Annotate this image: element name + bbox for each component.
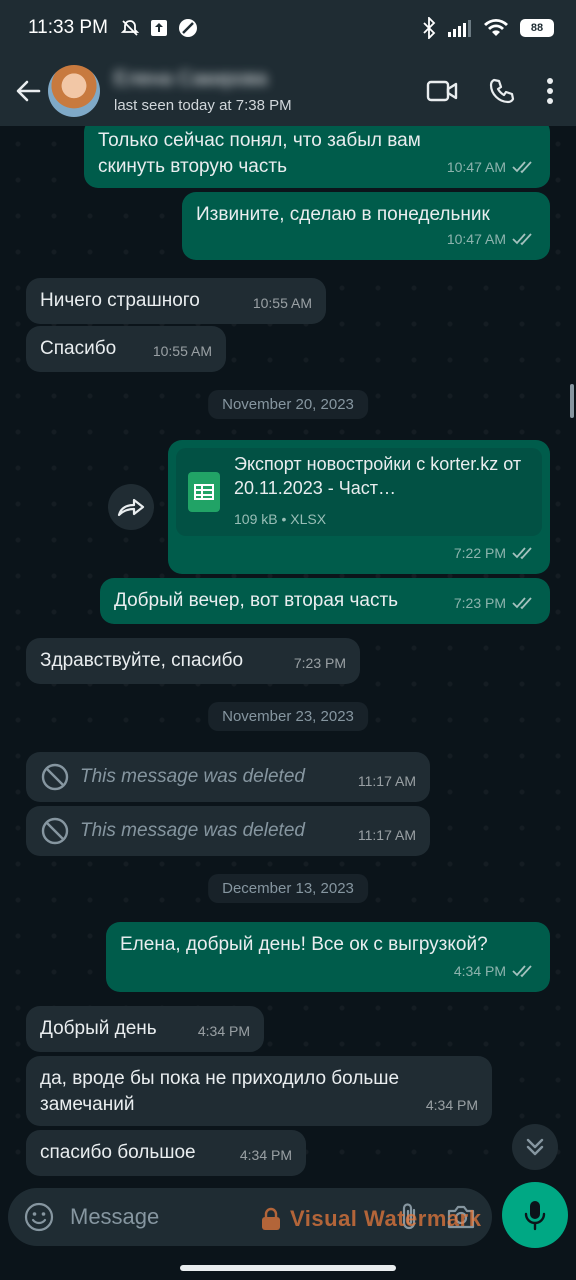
- message-time: 4:34 PM: [425, 1097, 478, 1113]
- deleted-icon: [41, 817, 69, 845]
- spreadsheet-icon: [188, 472, 220, 512]
- scrollbar-thumb[interactable]: [570, 384, 574, 418]
- date-separator: December 13, 2023: [208, 874, 368, 903]
- message-text: Спасибо: [40, 338, 117, 359]
- wifi-icon: [484, 19, 508, 36]
- status-time: 11:33 PM: [28, 17, 108, 38]
- phone-icon[interactable]: [488, 77, 516, 105]
- contact-info[interactable]: Елена Сакирова last seen today at 7:38 P…: [114, 68, 292, 114]
- message-incoming[interactable]: Здравствуйте, спасибо 7:23 PM: [26, 638, 360, 684]
- no-disturb-icon: [178, 19, 197, 37]
- message-text: Извините, сделаю в понедельник: [196, 204, 490, 225]
- message-incoming[interactable]: спасибо большое 4:34 PM: [26, 1130, 306, 1176]
- message-incoming[interactable]: Ничего страшного 10:55 AM: [26, 278, 326, 324]
- message-time: 4:34 PM: [197, 1023, 250, 1039]
- avatar[interactable]: [48, 65, 100, 117]
- message-incoming-deleted[interactable]: This message was deleted 11:17 AM: [26, 806, 430, 856]
- message-outgoing[interactable]: Извините, сделаю в понедельник 10:47 AM: [182, 192, 550, 260]
- message-time: 4:34 PM: [453, 963, 506, 979]
- message-time: 10:47 AM: [446, 159, 506, 175]
- read-ticks-icon: [512, 547, 532, 560]
- date-separator: November 23, 2023: [208, 702, 368, 731]
- message-text: Добрый день: [40, 1018, 157, 1039]
- bluetooth-icon: [423, 17, 436, 39]
- deleted-text: This message was deleted: [80, 766, 305, 787]
- message-time: 7:23 PM: [293, 655, 346, 671]
- read-ticks-icon: [512, 233, 532, 246]
- message-time: 11:17 AM: [357, 827, 416, 843]
- deleted-icon: [41, 763, 69, 791]
- message-text: Только сейчас понял, что забыл вам скину…: [98, 130, 421, 177]
- message-time: 7:22 PM: [453, 545, 506, 561]
- scroll-to-bottom-button[interactable]: [512, 1124, 558, 1170]
- chat-header: Елена Сакирова last seen today at 7:38 P…: [0, 56, 576, 126]
- back-button[interactable]: [8, 71, 48, 111]
- message-outgoing[interactable]: Добрый вечер, вот вторая часть 7:23 PM: [100, 578, 550, 624]
- watermark-text: Visual Watermark: [290, 1206, 482, 1231]
- message-time: 10:55 AM: [152, 343, 212, 359]
- message-time: 10:47 AM: [446, 231, 506, 247]
- last-seen: last seen today at 7:38 PM: [114, 97, 292, 114]
- voice-record-button[interactable]: [502, 1182, 568, 1248]
- lock-icon: [262, 1207, 280, 1230]
- emoji-icon[interactable]: [24, 1202, 54, 1232]
- message-text: Добрый вечер, вот вторая часть: [114, 590, 399, 611]
- home-indicator[interactable]: [180, 1265, 396, 1271]
- file-name: Экспорт новостройки с korter.kz от 20.11…: [234, 454, 522, 498]
- contact-name: Елена Сакирова: [114, 68, 268, 90]
- mute-icon: [120, 20, 140, 36]
- message-outgoing[interactable]: Только сейчас понял, что забыл вам скину…: [84, 126, 550, 188]
- upload-icon: [150, 20, 167, 36]
- message-incoming[interactable]: Спасибо 10:55 AM: [26, 326, 226, 372]
- message-time: 10:55 AM: [252, 295, 312, 311]
- watermark: Visual Watermark: [260, 1206, 481, 1232]
- forward-icon: [117, 498, 145, 517]
- forward-button[interactable]: [108, 484, 154, 530]
- message-outgoing[interactable]: Елена, добрый день! Все ок с выгрузкой? …: [106, 922, 550, 992]
- message-text: спасибо большое: [40, 1142, 196, 1163]
- more-vertical-icon[interactable]: [546, 78, 554, 104]
- signal-icon: [448, 20, 471, 37]
- message-outgoing-file[interactable]: Экспорт новостройки с korter.kz от 20.11…: [168, 440, 550, 574]
- message-incoming[interactable]: Добрый день 4:34 PM: [26, 1006, 264, 1052]
- back-arrow-icon: [16, 80, 41, 102]
- video-call-icon[interactable]: [426, 79, 458, 103]
- message-text: Елена, добрый день! Все ок с выгрузкой?: [120, 934, 488, 955]
- file-attachment[interactable]: Экспорт новостройки с korter.kz от 20.11…: [176, 448, 542, 536]
- chat-area[interactable]: Только сейчас понял, что забыл вам скину…: [0, 126, 576, 1184]
- read-ticks-icon: [512, 597, 532, 610]
- message-text: да, вроде бы пока не приходило больше за…: [40, 1068, 400, 1115]
- file-info: 109 kB • XLSX: [234, 511, 327, 527]
- message-time: 11:17 AM: [357, 773, 416, 789]
- date-separator: November 20, 2023: [208, 390, 368, 419]
- message-text: Здравствуйте, спасибо: [40, 650, 244, 671]
- message-time: 7:23 PM: [453, 595, 506, 611]
- double-chevron-down-icon: [526, 1138, 544, 1156]
- mic-icon: [524, 1201, 546, 1231]
- message-text: Ничего страшного: [40, 290, 200, 311]
- deleted-text: This message was deleted: [80, 820, 305, 841]
- message-time: 4:34 PM: [239, 1147, 292, 1163]
- message-incoming[interactable]: да, вроде бы пока не приходило больше за…: [26, 1056, 492, 1126]
- status-bar: 11:33 PM 88: [0, 0, 576, 56]
- read-ticks-icon: [512, 161, 532, 174]
- message-incoming-deleted[interactable]: This message was deleted 11:17 AM: [26, 752, 430, 802]
- battery-icon: 88: [520, 19, 554, 37]
- read-ticks-icon: [512, 965, 532, 978]
